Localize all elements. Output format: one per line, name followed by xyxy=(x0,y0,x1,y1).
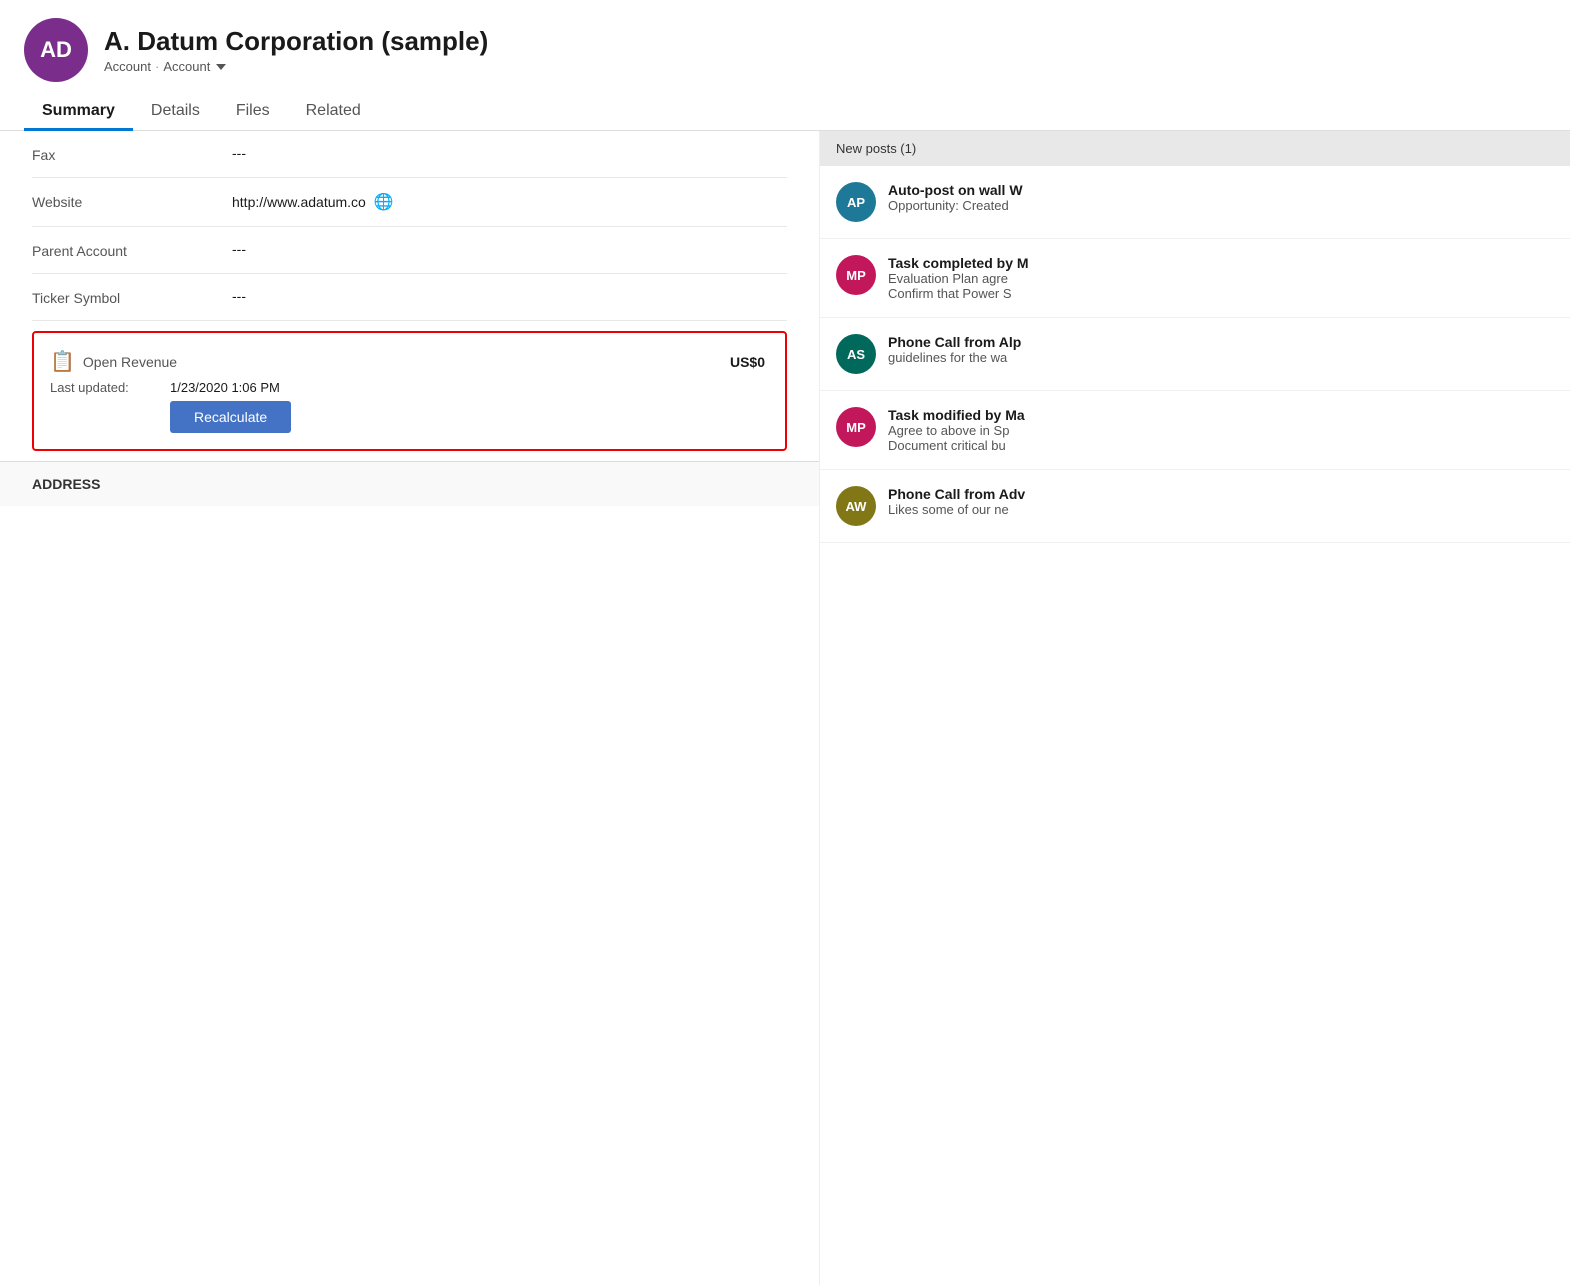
address-section-header: ADDRESS xyxy=(0,461,819,506)
activity-sub: Evaluation Plan agre xyxy=(888,271,1554,286)
activity-title: Task completed by M xyxy=(888,255,1554,271)
tab-related[interactable]: Related xyxy=(288,92,379,130)
globe-icon: 🌐 xyxy=(374,192,394,212)
left-panel: Fax --- Website http://www.adatum.co 🌐 P… xyxy=(0,131,820,1285)
activity-sub: Agree to above in Sp xyxy=(888,423,1554,438)
avatar: AS xyxy=(836,334,876,374)
revenue-icon: 📋 xyxy=(50,349,75,374)
field-ticker-symbol: Ticker Symbol --- xyxy=(32,274,787,321)
activity-item[interactable]: AP Auto-post on wall W Opportunity: Crea… xyxy=(820,166,1570,239)
activity-sub: guidelines for the wa xyxy=(888,350,1554,365)
last-updated-date: 1/23/2020 1:06 PM xyxy=(170,380,280,395)
open-revenue-label: Open Revenue xyxy=(83,354,177,370)
tab-bar: Summary Details Files Related xyxy=(0,92,1570,131)
activity-title: Phone Call from Adv xyxy=(888,486,1554,502)
parent-account-value: --- xyxy=(232,241,787,257)
open-revenue-box: 📋 Open Revenue US$0 Last updated: 1/23/2… xyxy=(32,331,787,451)
open-revenue-amount: US$0 xyxy=(730,354,765,370)
activity-content: Phone Call from Adv Likes some of our ne xyxy=(888,486,1554,517)
account-avatar: AD xyxy=(24,18,88,82)
avatar: AW xyxy=(836,486,876,526)
activity-item[interactable]: MP Task completed by M Evaluation Plan a… xyxy=(820,239,1570,318)
header-text: A. Datum Corporation (sample) Account · … xyxy=(104,26,488,74)
breadcrumb: Account · Account xyxy=(104,59,488,74)
form-section: Fax --- Website http://www.adatum.co 🌐 P… xyxy=(0,131,819,451)
fax-value: --- xyxy=(232,145,787,161)
ticker-symbol-label: Ticker Symbol xyxy=(32,288,232,306)
avatar: MP xyxy=(836,407,876,447)
website-value[interactable]: http://www.adatum.co 🌐 xyxy=(232,192,787,212)
activity-content: Auto-post on wall W Opportunity: Created xyxy=(888,182,1554,213)
activity-item[interactable]: AW Phone Call from Adv Likes some of our… xyxy=(820,470,1570,543)
website-url[interactable]: http://www.adatum.co xyxy=(232,194,366,210)
activity-sub2: Confirm that Power S xyxy=(888,286,1554,301)
main-content: Fax --- Website http://www.adatum.co 🌐 P… xyxy=(0,131,1570,1285)
page-title: A. Datum Corporation (sample) xyxy=(104,26,488,57)
tab-summary[interactable]: Summary xyxy=(24,92,133,130)
field-fax: Fax --- xyxy=(32,131,787,178)
chevron-down-icon[interactable] xyxy=(216,64,226,70)
right-panel: New posts (1) AP Auto-post on wall W Opp… xyxy=(820,131,1570,1285)
new-posts-bar[interactable]: New posts (1) xyxy=(820,131,1570,166)
activity-sub: Opportunity: Created xyxy=(888,198,1554,213)
activity-title: Task modified by Ma xyxy=(888,407,1554,423)
activity-title: Auto-post on wall W xyxy=(888,182,1554,198)
breadcrumb-item2[interactable]: Account xyxy=(163,59,210,74)
avatar: MP xyxy=(836,255,876,295)
field-parent-account: Parent Account --- xyxy=(32,227,787,274)
activity-content: Phone Call from Alp guidelines for the w… xyxy=(888,334,1554,365)
activity-item[interactable]: AS Phone Call from Alp guidelines for th… xyxy=(820,318,1570,391)
last-updated-label: Last updated: xyxy=(50,380,170,395)
page-header: AD A. Datum Corporation (sample) Account… xyxy=(0,0,1570,92)
tab-details[interactable]: Details xyxy=(133,92,218,130)
activity-content: Task modified by Ma Agree to above in Sp… xyxy=(888,407,1554,453)
activity-list: AP Auto-post on wall W Opportunity: Crea… xyxy=(820,166,1570,543)
tab-files[interactable]: Files xyxy=(218,92,288,130)
fax-label: Fax xyxy=(32,145,232,163)
avatar: AP xyxy=(836,182,876,222)
recalculate-button[interactable]: Recalculate xyxy=(170,401,291,433)
activity-sub: Likes some of our ne xyxy=(888,502,1554,517)
parent-account-label: Parent Account xyxy=(32,241,232,259)
field-website: Website http://www.adatum.co 🌐 xyxy=(32,178,787,227)
breadcrumb-item1: Account xyxy=(104,59,151,74)
activity-content: Task completed by M Evaluation Plan agre… xyxy=(888,255,1554,301)
activity-sub2: Document critical bu xyxy=(888,438,1554,453)
activity-item[interactable]: MP Task modified by Ma Agree to above in… xyxy=(820,391,1570,470)
ticker-symbol-value: --- xyxy=(232,288,787,304)
website-label: Website xyxy=(32,192,232,210)
activity-title: Phone Call from Alp xyxy=(888,334,1554,350)
